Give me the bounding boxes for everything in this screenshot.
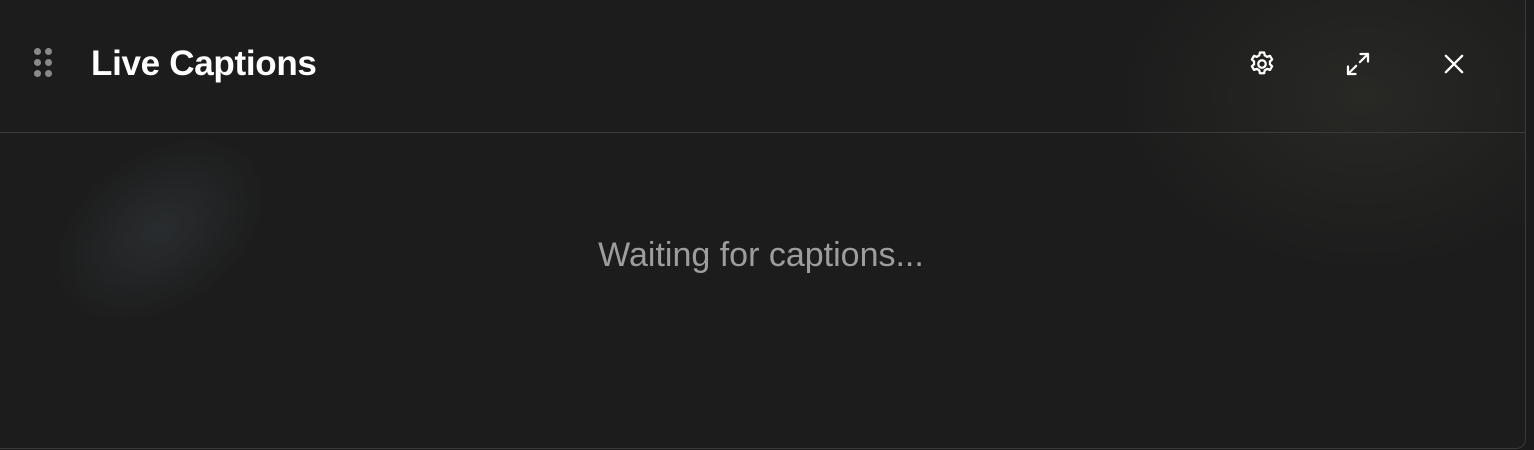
background-blur-left: [15, 95, 305, 365]
drag-dot: [45, 48, 52, 55]
gear-icon: [1247, 49, 1277, 79]
captions-status-text: Waiting for captions...: [598, 236, 924, 274]
live-captions-window: Live Captions Waiting for captions...: [0, 0, 1526, 449]
settings-button[interactable]: [1240, 42, 1284, 86]
drag-dot: [45, 70, 52, 77]
drag-handle-icon[interactable]: [34, 48, 58, 82]
drag-dot: [34, 59, 41, 66]
drag-dot: [34, 48, 41, 55]
expand-button[interactable]: [1336, 42, 1380, 86]
window-title: Live Captions: [91, 44, 317, 83]
close-icon: [1440, 50, 1468, 78]
expand-icon: [1343, 49, 1373, 79]
close-button[interactable]: [1432, 42, 1476, 86]
drag-dot: [34, 70, 41, 77]
window-header: Live Captions: [0, 0, 1525, 133]
drag-dot: [45, 59, 52, 66]
